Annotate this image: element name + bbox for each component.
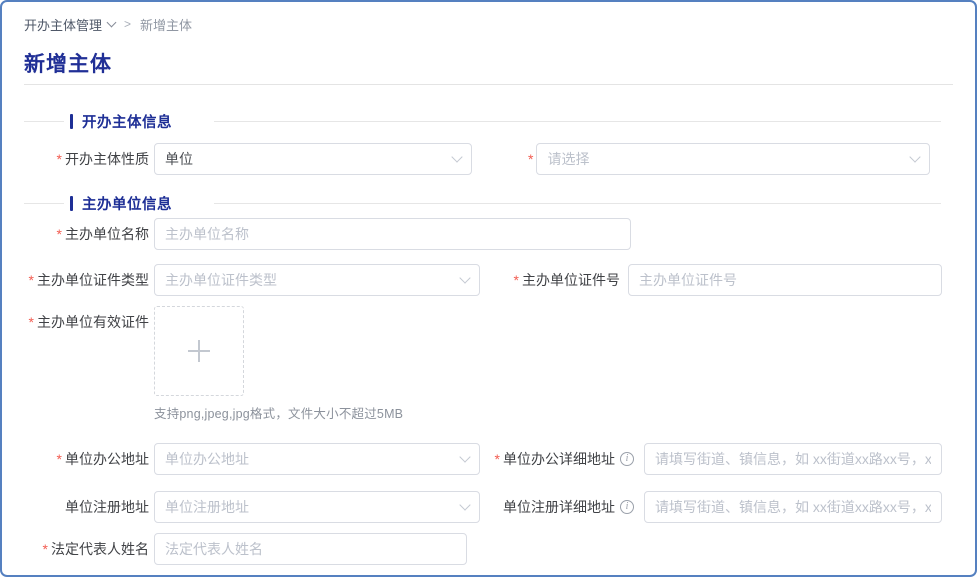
reg-addr-placeholder: 单位注册地址 bbox=[165, 497, 249, 517]
section-title-subject: 开办主体信息 bbox=[82, 111, 172, 132]
section-bar bbox=[70, 196, 73, 211]
office-addr-detail-input[interactable] bbox=[644, 443, 942, 475]
section-header-subject: 开办主体信息 bbox=[24, 111, 953, 131]
required-mark: * bbox=[57, 226, 62, 242]
org-cert-type-label: *主办单位证件类型 bbox=[24, 264, 149, 296]
upload-button[interactable] bbox=[154, 306, 244, 396]
office-addr-label: *单位办公地址 bbox=[24, 443, 149, 475]
form-row-subject-nature: *开办主体性质 单位 * 请选择 bbox=[24, 143, 953, 175]
section-line bbox=[24, 121, 64, 122]
required-mark: * bbox=[29, 314, 34, 330]
office-addr-select[interactable]: 单位办公地址 bbox=[154, 443, 480, 475]
section-line bbox=[214, 203, 941, 204]
upload-area: 支持png,jpeg,jpg格式，文件大小不超过5MB bbox=[154, 306, 403, 422]
subject-nature-value: 单位 bbox=[165, 149, 193, 169]
info-icon[interactable]: i bbox=[620, 452, 634, 466]
office-addr-detail-label: *单位办公详细地址i bbox=[500, 443, 634, 475]
breadcrumb-root[interactable]: 开办主体管理 bbox=[24, 15, 115, 34]
required-mark: * bbox=[514, 264, 519, 296]
subject-nature-label: *开办主体性质 bbox=[24, 143, 149, 175]
legal-rep-label: *法定代表人姓名 bbox=[24, 533, 149, 565]
section-header-organizer: 主办单位信息 bbox=[24, 193, 953, 213]
reg-addr-detail-input[interactable] bbox=[644, 491, 942, 523]
section-bar bbox=[70, 114, 73, 129]
breadcrumb-separator: > bbox=[124, 17, 131, 31]
org-cert-no-input[interactable] bbox=[628, 264, 942, 296]
info-icon[interactable]: i bbox=[620, 500, 634, 514]
form-row-org-name: *主办单位名称 bbox=[24, 218, 953, 250]
subject-nature-select[interactable]: 单位 bbox=[154, 143, 472, 175]
required-mark: * bbox=[528, 143, 533, 175]
org-name-label: *主办单位名称 bbox=[24, 218, 149, 250]
org-cert-no-label: *主办单位证件号 bbox=[504, 264, 620, 296]
form-row-office-address: *单位办公地址 单位办公地址 *单位办公详细地址i bbox=[24, 443, 953, 475]
org-cert-type-placeholder: 主办单位证件类型 bbox=[165, 270, 277, 290]
subject-type-placeholder: 请选择 bbox=[547, 149, 589, 169]
legal-rep-input[interactable] bbox=[154, 533, 467, 565]
org-cert-file-label: *主办单位有效证件 bbox=[24, 306, 149, 332]
breadcrumb: 开办主体管理 > 新增主体 bbox=[24, 14, 953, 34]
page-title: 新增主体 bbox=[24, 48, 953, 74]
form-row-reg-address: 单位注册地址 单位注册地址 单位注册详细地址i bbox=[24, 491, 953, 523]
required-mark: * bbox=[57, 451, 62, 467]
breadcrumb-current: 新增主体 bbox=[140, 15, 192, 34]
required-mark: * bbox=[495, 443, 500, 475]
required-mark: * bbox=[57, 151, 62, 167]
org-cert-type-select[interactable]: 主办单位证件类型 bbox=[154, 264, 480, 296]
office-addr-placeholder: 单位办公地址 bbox=[165, 449, 249, 469]
breadcrumb-root-label: 开办主体管理 bbox=[24, 15, 102, 34]
chevron-down-icon bbox=[459, 499, 470, 510]
reg-addr-label: 单位注册地址 bbox=[24, 491, 149, 523]
plus-icon bbox=[188, 340, 210, 362]
chevron-down-icon bbox=[910, 151, 921, 162]
subject-type-select[interactable]: 请选择 bbox=[536, 143, 930, 175]
form-row-legal-rep: *法定代表人姓名 bbox=[24, 533, 953, 565]
add-subject-page: 开办主体管理 > 新增主体 新增主体 开办主体信息 *开办主体性质 单位 * 请… bbox=[0, 0, 977, 577]
form-row-org-cert-file: *主办单位有效证件 支持png,jpeg,jpg格式，文件大小不超过5MB bbox=[24, 306, 953, 422]
section-title-organizer: 主办单位信息 bbox=[82, 193, 172, 214]
section-line bbox=[214, 121, 941, 122]
section-line bbox=[24, 203, 64, 204]
required-mark: * bbox=[43, 541, 48, 557]
reg-addr-detail-label: 单位注册详细地址i bbox=[500, 491, 634, 523]
chevron-down-icon bbox=[107, 17, 117, 27]
title-divider bbox=[24, 84, 953, 85]
required-mark: * bbox=[29, 272, 34, 288]
chevron-down-icon bbox=[459, 451, 470, 462]
chevron-down-icon bbox=[459, 272, 470, 283]
chevron-down-icon bbox=[451, 151, 462, 162]
org-name-input[interactable] bbox=[154, 218, 631, 250]
upload-tip: 支持png,jpeg,jpg格式，文件大小不超过5MB bbox=[154, 403, 403, 422]
reg-addr-select[interactable]: 单位注册地址 bbox=[154, 491, 480, 523]
form-row-org-cert: *主办单位证件类型 主办单位证件类型 *主办单位证件号 bbox=[24, 264, 953, 296]
